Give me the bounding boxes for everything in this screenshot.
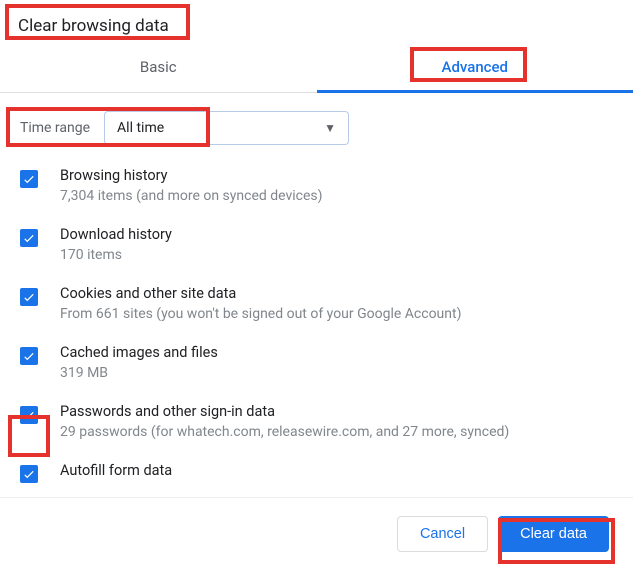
time-range-value: All time [117, 120, 164, 136]
time-range-select[interactable]: All time ▼ [104, 111, 349, 145]
check-icon [22, 290, 36, 304]
text-autofill: Autofill form data [60, 462, 613, 483]
title-download-history: Download history [60, 226, 613, 243]
check-icon [22, 467, 36, 481]
text-passwords: Passwords and other sign-in data 29 pass… [60, 403, 613, 440]
check-icon [22, 231, 36, 245]
clear-data-button[interactable]: Clear data [498, 516, 609, 552]
title-cached: Cached images and files [60, 344, 613, 361]
checkbox-cookies[interactable] [20, 288, 38, 306]
row-browsing-history: Browsing history 7,304 items (and more o… [20, 167, 613, 204]
cancel-button[interactable]: Cancel [397, 516, 488, 552]
text-browsing-history: Browsing history 7,304 items (and more o… [60, 167, 613, 204]
desc-passwords: 29 passwords (for whatech.com, releasewi… [60, 424, 613, 440]
checkbox-download-history[interactable] [20, 229, 38, 247]
tab-advanced[interactable]: Advanced [317, 44, 633, 93]
desc-cached: 319 MB [60, 365, 613, 381]
text-cached: Cached images and files 319 MB [60, 344, 613, 381]
dialog-title: Clear browsing data [0, 0, 633, 44]
checkbox-autofill[interactable] [20, 465, 38, 483]
row-cached: Cached images and files 319 MB [20, 344, 613, 381]
check-icon [22, 172, 36, 186]
checkbox-browsing-history[interactable] [20, 170, 38, 188]
time-range-label: Time range [20, 120, 90, 136]
row-cookies: Cookies and other site data From 661 sit… [20, 285, 613, 322]
content-area: Time range All time ▼ Browsing history 7… [0, 93, 633, 498]
check-icon [22, 408, 36, 422]
row-passwords: Passwords and other sign-in data 29 pass… [20, 403, 613, 440]
checkbox-passwords[interactable] [20, 406, 38, 424]
checkbox-cached[interactable] [20, 347, 38, 365]
title-autofill: Autofill form data [60, 462, 613, 479]
dialog-footer: Cancel Clear data [0, 498, 633, 570]
row-download-history: Download history 170 items [20, 226, 613, 263]
tab-basic[interactable]: Basic [0, 44, 317, 92]
chevron-down-icon: ▼ [324, 121, 336, 135]
text-download-history: Download history 170 items [60, 226, 613, 263]
row-autofill: Autofill form data [20, 462, 613, 483]
check-icon [22, 349, 36, 363]
title-passwords: Passwords and other sign-in data [60, 403, 613, 420]
desc-download-history: 170 items [60, 247, 613, 263]
text-cookies: Cookies and other site data From 661 sit… [60, 285, 613, 322]
title-browsing-history: Browsing history [60, 167, 613, 184]
title-cookies: Cookies and other site data [60, 285, 613, 302]
tabs: Basic Advanced [0, 44, 633, 93]
desc-cookies: From 661 sites (you won't be signed out … [60, 306, 613, 322]
desc-browsing-history: 7,304 items (and more on synced devices) [60, 188, 613, 204]
time-range-row: Time range All time ▼ [20, 111, 613, 145]
